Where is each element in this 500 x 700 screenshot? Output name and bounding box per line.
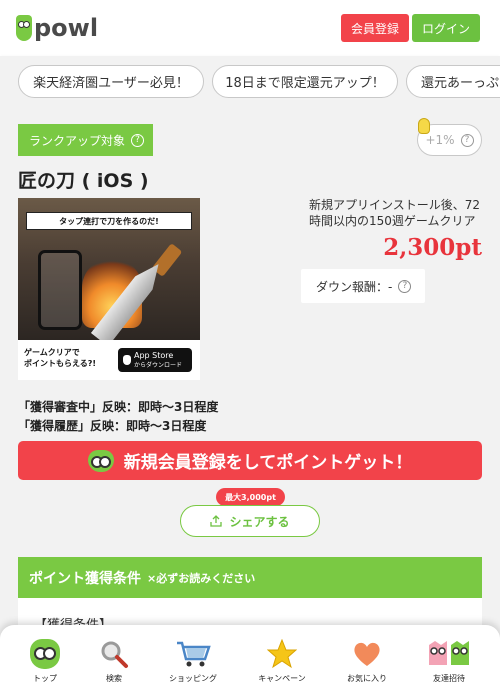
conditions-header: ポイント獲得条件 ×必ずお読みください	[18, 557, 482, 598]
app-store-sublabel: からダウンロード	[134, 362, 183, 369]
nav-label: トップ	[33, 674, 57, 683]
nav-item-shopping[interactable]: ショッピング	[153, 639, 233, 684]
down-reward-label: ダウン報酬：-	[316, 279, 393, 294]
offer-banner-image[interactable]: タップ連打で刀を作るのだ! ゲームクリアで ポイントもらえる?! App Sto…	[18, 198, 200, 380]
signup-cta-button[interactable]: 新規会員登録をしてポイントゲット！	[18, 441, 482, 480]
owl-icon	[30, 639, 60, 669]
login-button[interactable]: ログイン	[412, 14, 480, 42]
bonus-rate: +1%	[425, 133, 455, 147]
offer-points: 2,300pt	[383, 234, 482, 261]
campaign-pill[interactable]: 18日まで限定還元アップ！	[212, 65, 398, 98]
rank-up-badge[interactable]: ランクアップ対象 ?	[18, 124, 153, 156]
nav-label: 検索	[106, 674, 122, 683]
reflection-line: 「獲得履歴」反映：即時～3日程度	[18, 419, 207, 433]
banner-game-line: ゲームクリアで	[24, 348, 80, 357]
smartphone-icon	[38, 250, 82, 330]
nav-item-search[interactable]: 検索	[74, 639, 154, 684]
rank-up-label: ランクアップ対象	[29, 133, 126, 148]
offer-description: 新規アプリインストール後、72時間以内の150週ゲームクリア	[309, 198, 481, 228]
reflection-line: 「獲得審査中」反映：即時～3日程度	[18, 400, 219, 414]
search-icon	[101, 641, 128, 668]
logo-text: powl	[34, 14, 99, 42]
bottom-nav: トップ 検索 ショッピング キャンペーン お気に入り 友達招待	[0, 625, 500, 700]
campaign-pill-bar: 楽天経済圏ユーザー必見！ 18日まで限定還元アップ！ 還元あーっぷ	[0, 56, 500, 106]
heart-icon	[354, 642, 380, 666]
header: powl 会員登録 ログイン	[0, 0, 500, 56]
owl-logo-icon	[16, 15, 32, 41]
conditions-note: ×必ずお読みください	[147, 571, 256, 585]
owl-icon	[87, 449, 114, 472]
app-store-label: App Store	[134, 351, 174, 360]
nav-item-campaign[interactable]: キャンペーン	[242, 639, 322, 684]
share-icon	[210, 515, 223, 527]
nav-item-favorites[interactable]: お気に入り	[327, 639, 407, 684]
signup-cta-label: 新規会員登録をしてポイントゲット！	[123, 453, 413, 473]
max-points-badge: 最大3,000pt	[216, 488, 285, 510]
powl-logo[interactable]: powl	[16, 14, 98, 42]
app-store-badge: App Store からダウンロード	[118, 348, 192, 372]
offer-title: 匠の刀 ( iOS )	[18, 170, 149, 192]
register-button[interactable]: 会員登録	[341, 14, 409, 42]
help-icon: ?	[131, 133, 145, 147]
nav-item-invite[interactable]: 友達招待	[409, 639, 489, 684]
nav-label: お気に入り	[347, 674, 387, 683]
friends-icon	[429, 641, 469, 665]
page: powl 会員登録 ログイン 楽天経済圏ユーザー必見！ 18日まで限定還元アップ…	[0, 0, 500, 700]
reflection-info: 「獲得審査中」反映：即時～3日程度 「獲得履歴」反映：即時～3日程度	[18, 398, 218, 436]
share-button[interactable]: シェアする	[180, 505, 320, 537]
banner-game-line: ポイントもらえる?!	[24, 359, 97, 368]
down-reward-box[interactable]: ダウン報酬：- ?	[301, 269, 425, 303]
offer-detail: ランクアップ対象 ? +1% ? 匠の刀 ( iOS ) タップ連打で刀を作るの…	[0, 106, 500, 700]
campaign-pill[interactable]: 還元あーっぷ	[406, 65, 500, 98]
nav-label: ショッピング	[169, 674, 217, 683]
nav-item-top[interactable]: トップ	[5, 639, 85, 684]
banner-game-text: ゲームクリアで ポイントもらえる?!	[24, 347, 96, 369]
help-icon: ?	[460, 133, 474, 147]
banner-caption: タップ連打で刀を作るのだ!	[26, 212, 192, 230]
share-label: シェアする	[229, 514, 290, 529]
help-icon: ?	[398, 279, 412, 293]
nav-label: キャンペーン	[258, 674, 306, 683]
lightbulb-icon	[418, 118, 430, 134]
star-icon	[267, 639, 297, 669]
campaign-pill[interactable]: 楽天経済圏ユーザー必見！	[18, 65, 204, 98]
nav-label: 友達招待	[433, 674, 465, 683]
conditions-title: ポイント獲得条件	[29, 570, 141, 587]
cart-icon	[177, 641, 211, 667]
